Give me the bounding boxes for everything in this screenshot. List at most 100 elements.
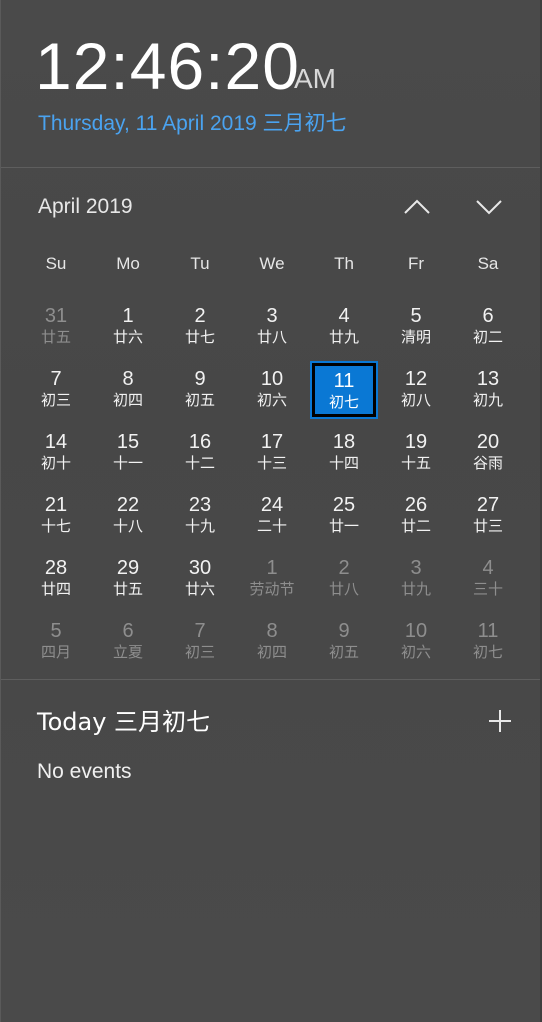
day-number: 1 [122, 305, 134, 327]
lunar-date: 初五 [328, 643, 359, 661]
lunar-date: 初四 [256, 643, 287, 661]
day-number: 3 [410, 557, 422, 579]
lunar-date: 十八 [112, 517, 143, 535]
day-cell[interactable]: 4 廿九 [310, 298, 378, 356]
day-cell[interactable]: 30 廿六 [166, 550, 234, 608]
day-number: 18 [332, 431, 356, 453]
day-cell[interactable]: 22 十八 [94, 487, 162, 545]
day-cell[interactable]: 9 初五 [166, 361, 234, 419]
day-cell[interactable]: 2 廿七 [166, 298, 234, 356]
day-cell[interactable]: 10 初六 [238, 361, 306, 419]
add-event-button[interactable] [481, 702, 519, 740]
lunar-date: 十七 [40, 517, 71, 535]
day-number: 19 [404, 431, 428, 453]
day-number: 8 [266, 620, 278, 642]
day-number: 10 [404, 620, 428, 642]
lunar-date: 初八 [400, 391, 431, 409]
day-cell[interactable]: 26 廿二 [382, 487, 450, 545]
day-number: 31 [44, 305, 68, 327]
lunar-date: 十二 [184, 454, 215, 472]
day-cell[interactable]: 5 四月 [22, 613, 90, 671]
day-cell-today[interactable]: 11 初七 [310, 361, 378, 419]
day-cell[interactable]: 23 十九 [166, 487, 234, 545]
day-cell[interactable]: 6 初二 [454, 298, 522, 356]
lunar-date: 劳动节 [249, 580, 295, 598]
month-year-label[interactable]: April 2019 [38, 193, 133, 221]
day-number: 9 [338, 620, 350, 642]
day-cell[interactable]: 29 廿五 [94, 550, 162, 608]
lunar-date: 廿二 [400, 517, 431, 535]
day-cell[interactable]: 8 初四 [238, 613, 306, 671]
day-cell[interactable]: 15 十一 [94, 424, 162, 482]
day-cell[interactable]: 14 初十 [22, 424, 90, 482]
day-cell[interactable]: 6 立夏 [94, 613, 162, 671]
lunar-date: 初十 [40, 454, 71, 472]
day-number: 28 [44, 557, 68, 579]
day-cell[interactable]: 21 十七 [22, 487, 90, 545]
day-cell[interactable]: 4 三十 [454, 550, 522, 608]
day-number: 8 [122, 368, 134, 390]
day-cell[interactable]: 19 十五 [382, 424, 450, 482]
day-cell[interactable]: 25 廿一 [310, 487, 378, 545]
lunar-date: 廿六 [184, 580, 215, 598]
clock-section: 12:46:20 AM Thursday, 11 April 2019 三月初七 [1, 0, 542, 167]
day-cell[interactable]: 13 初九 [454, 361, 522, 419]
lunar-date: 廿八 [256, 328, 287, 346]
lunar-date: 初三 [184, 643, 215, 661]
day-number: 5 [50, 620, 62, 642]
lunar-date: 谷雨 [472, 454, 503, 472]
day-number: 17 [260, 431, 284, 453]
day-cell[interactable]: 17 十三 [238, 424, 306, 482]
day-cell[interactable]: 28 廿四 [22, 550, 90, 608]
day-cell[interactable]: 24 二十 [238, 487, 306, 545]
plus-icon [489, 710, 511, 732]
lunar-date: 廿六 [112, 328, 143, 346]
day-cell[interactable]: 5 清明 [382, 298, 450, 356]
lunar-date: 廿九 [328, 328, 359, 346]
lunar-date: 初七 [472, 643, 503, 661]
lunar-date: 初七 [328, 393, 359, 411]
day-cell[interactable]: 1 劳动节 [238, 550, 306, 608]
day-cell[interactable]: 12 初八 [382, 361, 450, 419]
day-cell[interactable]: 10 初六 [382, 613, 450, 671]
day-number: 7 [50, 368, 62, 390]
day-number: 4 [482, 557, 494, 579]
lunar-date: 十九 [184, 517, 215, 535]
day-cell[interactable]: 3 廿九 [382, 550, 450, 608]
lunar-date: 初六 [400, 643, 431, 661]
day-number: 25 [332, 494, 356, 516]
day-cell[interactable]: 9 初五 [310, 613, 378, 671]
day-number: 16 [188, 431, 212, 453]
day-cell[interactable]: 31 廿五 [22, 298, 90, 356]
day-cell[interactable]: 2 廿八 [310, 550, 378, 608]
next-month-button[interactable] [467, 190, 511, 224]
day-number: 2 [194, 305, 206, 327]
lunar-date: 十一 [112, 454, 143, 472]
weekday-label: Th [334, 254, 354, 273]
day-cell[interactable]: 8 初四 [94, 361, 162, 419]
weekday-label: Fr [407, 254, 425, 273]
day-number: 21 [44, 494, 68, 516]
day-cell[interactable]: 7 初三 [22, 361, 90, 419]
day-cell[interactable]: 1 廿六 [94, 298, 162, 356]
day-number: 14 [44, 431, 68, 453]
day-cell[interactable]: 3 廿八 [238, 298, 306, 356]
day-number: 27 [476, 494, 500, 516]
chevron-up-icon [404, 199, 430, 214]
day-number: 26 [404, 494, 428, 516]
day-cell[interactable]: 18 十四 [310, 424, 378, 482]
day-cell[interactable]: 27 廿三 [454, 487, 522, 545]
lunar-date: 初四 [112, 391, 143, 409]
lunar-date: 二十 [256, 517, 287, 535]
day-cell[interactable]: 20 谷雨 [454, 424, 522, 482]
full-date-link[interactable]: Thursday, 11 April 2019 三月初七 [38, 110, 347, 138]
day-cell[interactable]: 11 初七 [454, 613, 522, 671]
lunar-date: 初九 [472, 391, 503, 409]
day-cell[interactable]: 16 十二 [166, 424, 234, 482]
previous-month-button[interactable] [395, 190, 439, 224]
lunar-date: 十五 [400, 454, 431, 472]
day-cell[interactable]: 7 初三 [166, 613, 234, 671]
agenda-title: Today 三月初七 [37, 708, 211, 736]
lunar-date: 廿七 [184, 328, 215, 346]
day-number: 23 [188, 494, 212, 516]
